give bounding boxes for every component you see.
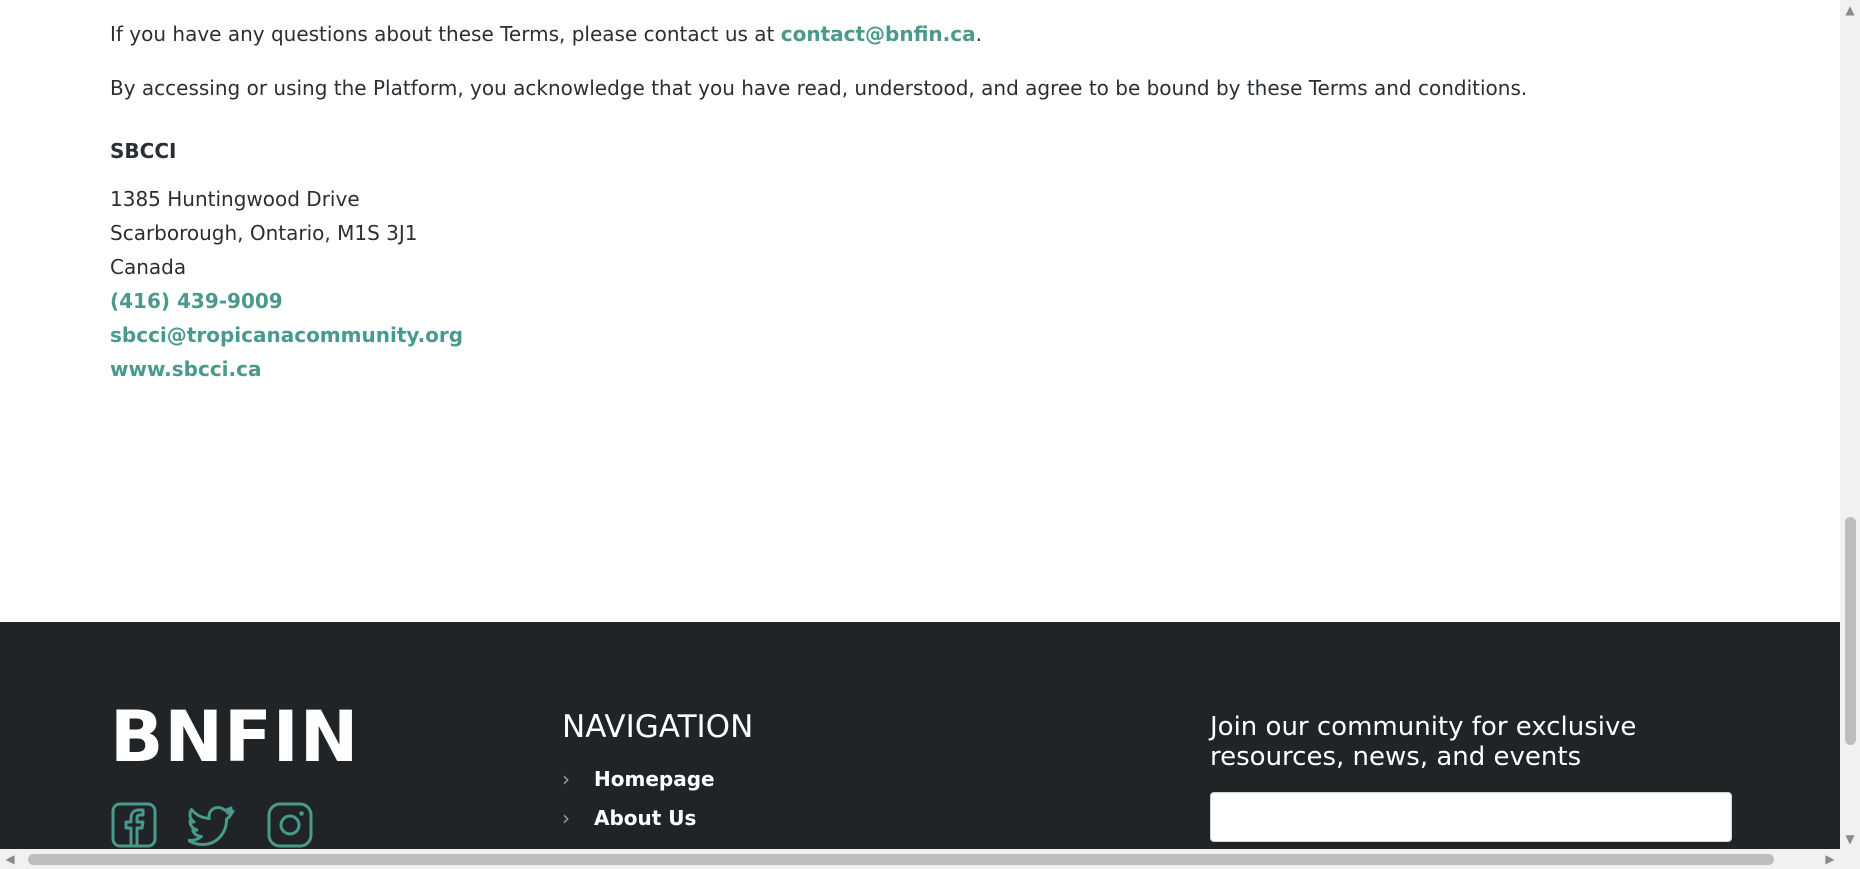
facebook-icon[interactable] <box>110 801 158 849</box>
nav-item-homepage[interactable]: › Homepage <box>562 759 753 798</box>
instagram-icon[interactable] <box>266 801 314 849</box>
scroll-up-icon[interactable]: ▲ <box>1840 0 1860 20</box>
newsletter-signup: Join our community for exclusive resourc… <box>1210 712 1732 842</box>
footer-navigation: NAVIGATION › Homepage › About Us <box>562 712 753 837</box>
footer-logo[interactable]: BNFIN <box>110 702 359 772</box>
address-line: 1385 Huntingwood Drive <box>110 187 360 211</box>
newsletter-email-input[interactable] <box>1210 792 1732 842</box>
address-line: Scarborough, Ontario, M1S 3J1 <box>110 221 418 245</box>
agreement-paragraph: By accessing or using the Platform, you … <box>110 76 1528 100</box>
newsletter-title: Join our community for exclusive resourc… <box>1210 712 1637 772</box>
nav-item-about-us[interactable]: › About Us <box>562 798 753 837</box>
contact-paragraph-suffix: . <box>975 22 982 46</box>
navigation-title: NAVIGATION <box>562 709 754 745</box>
contact-paragraph-text: If you have any questions about these Te… <box>110 22 781 46</box>
horizontal-scroll-thumb[interactable] <box>28 854 1774 865</box>
scroll-right-icon[interactable]: ▶ <box>1820 849 1840 869</box>
chevron-right-icon: › <box>562 805 570 830</box>
contact-paragraph: If you have any questions about these Te… <box>110 20 982 48</box>
twitter-icon[interactable] <box>188 801 236 849</box>
address-line: Canada <box>110 255 187 279</box>
page-viewport: If you have any questions about these Te… <box>0 0 1840 849</box>
org-address: 1385 Huntingwood Drive Scarborough, Onta… <box>110 182 463 386</box>
nav-item-label: About Us <box>594 805 697 830</box>
vertical-scrollbar[interactable]: ▲ ▼ <box>1840 0 1860 849</box>
nav-item-label: Homepage <box>594 766 715 791</box>
scroll-down-icon[interactable]: ▼ <box>1840 829 1860 849</box>
horizontal-scrollbar[interactable]: ◀ ▶ <box>0 849 1840 869</box>
chevron-right-icon: › <box>562 766 570 791</box>
scrollbar-corner <box>1840 849 1860 869</box>
org-title: SBCCI <box>110 139 177 163</box>
phone-link[interactable]: (416) 439-9009 <box>110 284 463 318</box>
site-footer: BNFIN NAVIGATION › Homepage › About Us J… <box>0 622 1840 849</box>
scroll-left-icon[interactable]: ◀ <box>0 849 20 869</box>
vertical-scroll-thumb[interactable] <box>1845 517 1856 745</box>
org-email-link[interactable]: sbcci@tropicanacommunity.org <box>110 318 463 352</box>
website-link[interactable]: www.sbcci.ca <box>110 352 463 386</box>
social-links <box>110 801 314 849</box>
contact-email-link[interactable]: contact@bnfin.ca <box>781 22 976 46</box>
